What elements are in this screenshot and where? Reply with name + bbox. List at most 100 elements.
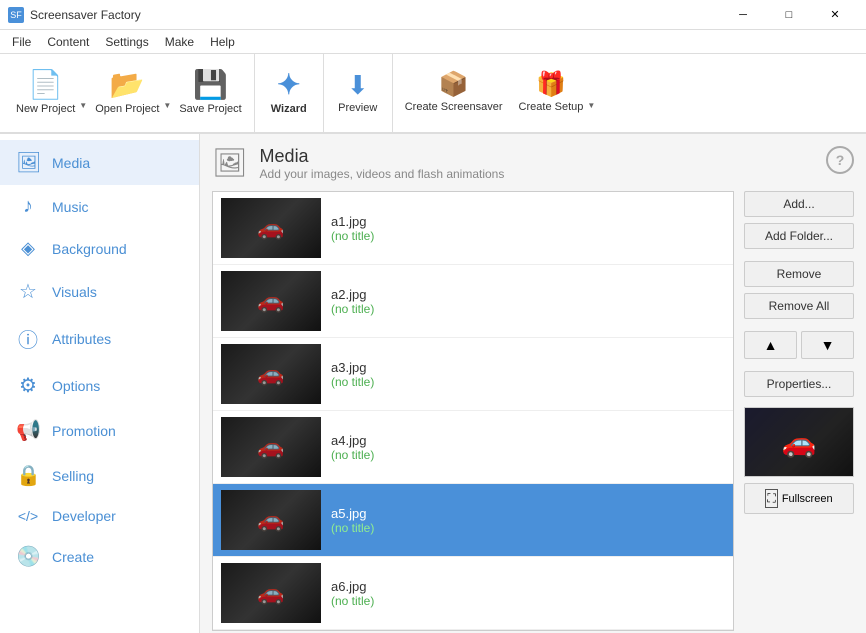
add-button[interactable]: Add... bbox=[744, 191, 854, 217]
toolbar-group-wizard: ✦ Wizard bbox=[255, 54, 324, 132]
menu-settings[interactable]: Settings bbox=[97, 33, 156, 51]
sidebar-item-create[interactable]: 💿 Create bbox=[0, 534, 199, 579]
sidebar-background-label: Background bbox=[52, 241, 127, 257]
media-item-a4[interactable]: a4.jpg (no title) bbox=[213, 411, 733, 484]
sidebar-item-media[interactable]: 🖼 Media bbox=[0, 140, 199, 185]
content-area: 🖼 Media Add your images, videos and flas… bbox=[200, 134, 866, 633]
close-button[interactable]: ✕ bbox=[812, 0, 858, 30]
menu-bar: File Content Settings Make Help bbox=[0, 30, 866, 54]
wizard-button[interactable]: ✦ Wizard bbox=[259, 58, 319, 128]
sidebar-item-options[interactable]: ⚙ Options bbox=[0, 363, 199, 408]
sidebar-visuals-label: Visuals bbox=[52, 284, 97, 300]
create-screensaver-label: Create Screensaver bbox=[405, 101, 503, 113]
sidebar-item-visuals[interactable]: ☆ Visuals bbox=[0, 269, 199, 314]
content-subtitle: Add your images, videos and flash animat… bbox=[260, 167, 505, 181]
fullscreen-label: Fullscreen bbox=[782, 493, 833, 505]
media-item-title-a5: (no title) bbox=[331, 521, 725, 535]
sidebar-create-label: Create bbox=[52, 549, 94, 565]
media-thumbnail-a1 bbox=[221, 198, 321, 258]
media-icon: 🖼 bbox=[16, 150, 40, 175]
save-project-icon: 💾 bbox=[193, 71, 228, 99]
media-thumbnail-a5 bbox=[221, 490, 321, 550]
preview-label: Preview bbox=[338, 102, 377, 114]
open-project-label: Open Project bbox=[95, 103, 159, 115]
minimize-button[interactable]: ─ bbox=[720, 0, 766, 30]
content-title: Media bbox=[260, 146, 505, 167]
new-project-button[interactable]: 📄 New Project bbox=[8, 58, 83, 128]
content-header: 🖼 Media Add your images, videos and flas… bbox=[212, 146, 854, 181]
preview-car-image: 🚗 bbox=[745, 408, 853, 476]
thumb-car-a6 bbox=[221, 563, 321, 623]
media-item-a6[interactable]: a6.jpg (no title) bbox=[213, 557, 733, 630]
sidebar-media-label: Media bbox=[52, 155, 90, 171]
fullscreen-button[interactable]: ⛶ Fullscreen bbox=[744, 483, 854, 514]
open-project-arrow[interactable]: ▼ bbox=[163, 101, 171, 128]
new-project-split: 📄 New Project ▼ bbox=[8, 58, 87, 128]
help-icon: ? bbox=[836, 152, 845, 168]
thumb-car-a5 bbox=[221, 490, 321, 550]
toolbar-group-file: 📄 New Project ▼ 📂 Open Project ▼ 💾 Save … bbox=[4, 54, 255, 132]
sidebar: 🖼 Media ♪ Music ◈ Background ☆ Visuals ⓘ… bbox=[0, 134, 200, 633]
thumb-car-a4 bbox=[221, 417, 321, 477]
sidebar-promotion-label: Promotion bbox=[52, 423, 116, 439]
sidebar-selling-label: Selling bbox=[52, 468, 94, 484]
media-item-a1[interactable]: a1.jpg (no title) bbox=[213, 192, 733, 265]
main-layout: 🖼 Media ♪ Music ◈ Background ☆ Visuals ⓘ… bbox=[0, 134, 866, 633]
title-bar-left: SF Screensaver Factory bbox=[8, 7, 141, 23]
preview-button[interactable]: ⬇ Preview bbox=[328, 58, 388, 128]
open-project-icon: 📂 bbox=[110, 71, 145, 99]
new-project-icon: 📄 bbox=[28, 71, 63, 99]
sidebar-attributes-label: Attributes bbox=[52, 331, 111, 347]
create-screensaver-button[interactable]: 📦 Create Screensaver bbox=[397, 58, 511, 128]
properties-button[interactable]: Properties... bbox=[744, 371, 854, 397]
sidebar-item-background[interactable]: ◈ Background bbox=[0, 228, 199, 269]
sidebar-item-promotion[interactable]: 📢 Promotion bbox=[0, 408, 199, 453]
save-project-button[interactable]: 💾 Save Project bbox=[171, 58, 249, 128]
sidebar-item-music[interactable]: ♪ Music bbox=[0, 185, 199, 228]
preview-box: 🚗 bbox=[744, 407, 854, 477]
attributes-icon: ⓘ bbox=[16, 324, 40, 353]
open-project-button[interactable]: 📂 Open Project bbox=[87, 58, 167, 128]
move-up-button[interactable]: ▲ bbox=[744, 331, 797, 359]
media-item-info-a6: a6.jpg (no title) bbox=[331, 579, 725, 608]
menu-file[interactable]: File bbox=[4, 33, 39, 51]
menu-help[interactable]: Help bbox=[202, 33, 243, 51]
add-folder-button[interactable]: Add Folder... bbox=[744, 223, 854, 249]
save-project-label: Save Project bbox=[179, 103, 241, 115]
remove-button[interactable]: Remove bbox=[744, 261, 854, 287]
media-item-a3[interactable]: a3.jpg (no title) bbox=[213, 338, 733, 411]
media-item-filename-a4: a4.jpg bbox=[331, 433, 725, 448]
developer-icon: </> bbox=[16, 508, 40, 524]
sidebar-item-attributes[interactable]: ⓘ Attributes bbox=[0, 314, 199, 363]
media-item-info-a3: a3.jpg (no title) bbox=[331, 360, 725, 389]
menu-make[interactable]: Make bbox=[157, 33, 202, 51]
create-setup-button[interactable]: 🎁 Create Setup bbox=[511, 58, 592, 128]
move-down-button[interactable]: ▼ bbox=[801, 331, 854, 359]
fullscreen-icon: ⛶ bbox=[765, 489, 777, 508]
sidebar-music-label: Music bbox=[52, 199, 89, 215]
media-item-a2[interactable]: a2.jpg (no title) bbox=[213, 265, 733, 338]
media-list[interactable]: a1.jpg (no title) a2.jpg (no title) bbox=[212, 191, 734, 631]
wizard-icon: ✦ bbox=[277, 71, 300, 99]
media-item-info-a2: a2.jpg (no title) bbox=[331, 287, 725, 316]
sidebar-item-developer[interactable]: </> Developer bbox=[0, 498, 199, 534]
help-button[interactable]: ? bbox=[826, 146, 854, 174]
app-title: Screensaver Factory bbox=[30, 8, 141, 22]
maximize-button[interactable]: □ bbox=[766, 0, 812, 30]
create-setup-arrow[interactable]: ▼ bbox=[587, 101, 595, 128]
open-project-split: 📂 Open Project ▼ bbox=[87, 58, 171, 128]
move-buttons: ▲ ▼ bbox=[744, 331, 854, 359]
media-item-title-a3: (no title) bbox=[331, 375, 725, 389]
media-item-a5[interactable]: a5.jpg (no title) bbox=[213, 484, 733, 557]
media-item-title-a2: (no title) bbox=[331, 302, 725, 316]
background-icon: ◈ bbox=[16, 238, 40, 259]
create-setup-label: Create Setup bbox=[519, 101, 584, 113]
media-thumbnail-a2 bbox=[221, 271, 321, 331]
sidebar-item-selling[interactable]: 🔒 Selling bbox=[0, 453, 199, 498]
media-item-title-a6: (no title) bbox=[331, 594, 725, 608]
remove-all-button[interactable]: Remove All bbox=[744, 293, 854, 319]
menu-content[interactable]: Content bbox=[39, 33, 97, 51]
new-project-arrow[interactable]: ▼ bbox=[79, 101, 87, 128]
promotion-icon: 📢 bbox=[16, 418, 40, 443]
sidebar-developer-label: Developer bbox=[52, 508, 116, 524]
